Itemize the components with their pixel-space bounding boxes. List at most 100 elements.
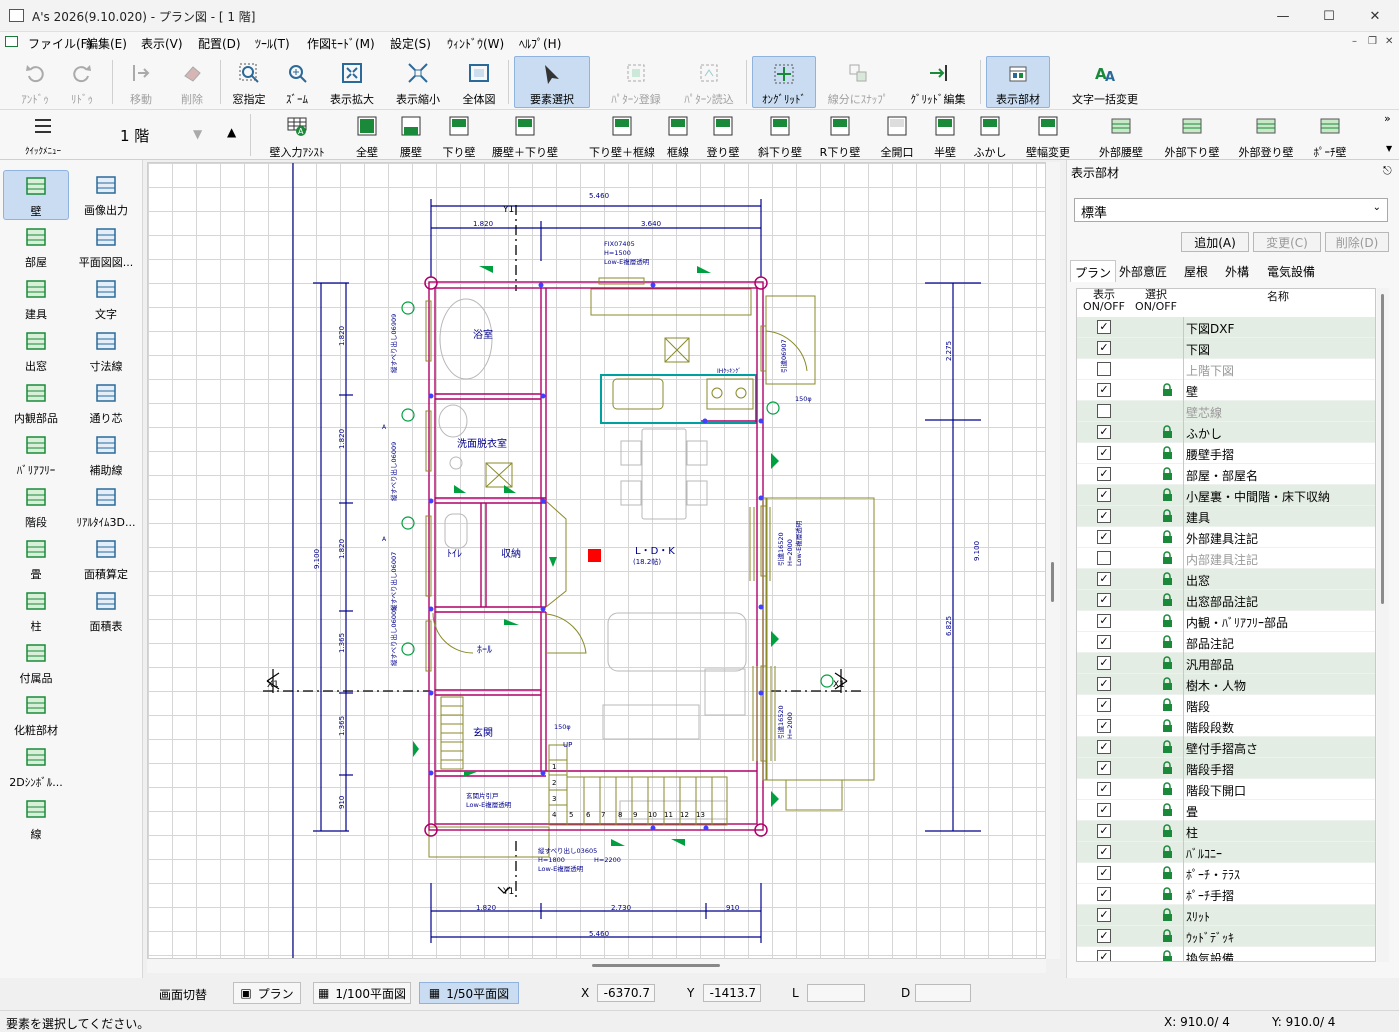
parts-row[interactable]: ✓ 壁 <box>1077 380 1375 401</box>
left-tool-8-0-button[interactable]: 柱 <box>3 586 69 636</box>
floor-up-icon[interactable]: ▲ <box>227 125 236 139</box>
tab-exterior[interactable]: 外部意匠 <box>1115 260 1171 282</box>
left-tool-6-0-button[interactable]: 階段 <box>3 482 69 532</box>
menu-help[interactable]: ﾍﾙﾌﾟ(H) <box>519 35 561 52</box>
lock-icon[interactable] <box>1161 887 1175 901</box>
preset-select[interactable]: 標準 ⌄ <box>1074 198 1388 222</box>
tab-electrical[interactable]: 電気設備 <box>1263 260 1319 282</box>
wall-tool-7-button[interactable]: 框線 <box>660 112 696 159</box>
change-button[interactable]: 変更(C) <box>1253 232 1321 252</box>
display-checkbox[interactable]: ✓ <box>1097 509 1111 523</box>
lock-icon[interactable] <box>1161 551 1175 565</box>
lock-icon[interactable] <box>1161 572 1175 586</box>
display-checkbox[interactable]: ✓ <box>1097 572 1111 586</box>
snap-line-button[interactable]: 線分にｽﾅｯﾌﾟ <box>826 56 890 108</box>
display-checkbox[interactable]: ✓ <box>1097 656 1111 670</box>
pattern-register-button[interactable]: ﾊﾟﾀｰﾝ登録 <box>606 56 666 108</box>
plan-canvas[interactable]: 5.460 1.820 3.640 1.820 2.730 910 5.460 … <box>147 162 1046 959</box>
maximize-button[interactable]: ☐ <box>1306 0 1352 32</box>
wall-tool-15-button[interactable]: 外部腰壁 <box>1092 112 1150 159</box>
left-tool-6-1-button[interactable]: ﾘｱﾙﾀｲﾑ3D... <box>73 482 139 532</box>
parts-row[interactable]: ✓ ﾎﾟｰﾁ手摺 <box>1077 884 1375 905</box>
zoom-button[interactable]: ｽﾞｰﾑ <box>276 56 318 108</box>
toolbar-dropdown-icon[interactable]: ▼ <box>1386 144 1392 153</box>
parts-row[interactable]: ✓ 腰壁手摺 <box>1077 443 1375 464</box>
lock-icon[interactable] <box>1161 761 1175 775</box>
menu-draw-mode[interactable]: 作図ﾓｰﾄﾞ(M) <box>307 35 375 52</box>
display-checkbox[interactable]: ✓ <box>1097 488 1111 502</box>
wall-tool-4-button[interactable]: 下り壁 <box>438 112 480 159</box>
wall-tool-8-button[interactable]: 登り壁 <box>704 112 742 159</box>
lock-icon[interactable] <box>1161 509 1175 523</box>
display-checkbox[interactable]: ✓ <box>1097 593 1111 607</box>
display-checkbox[interactable]: ✓ <box>1097 614 1111 628</box>
parts-row[interactable]: ✓ 階段手摺 <box>1077 758 1375 779</box>
text-replace-button[interactable]: AA 文字一括変更 <box>1064 56 1146 108</box>
display-checkbox[interactable]: ✓ <box>1097 908 1111 922</box>
tab-exterior-works[interactable]: 外構 <box>1221 260 1253 282</box>
lock-icon[interactable] <box>1161 908 1175 922</box>
parts-row[interactable]: ✓ 階段 <box>1077 695 1375 716</box>
lock-icon[interactable] <box>1161 635 1175 649</box>
selection-point[interactable] <box>588 549 601 562</box>
menu-file[interactable]: ファイル(F) <box>28 35 92 52</box>
left-tool-1-0-button[interactable]: 部屋 <box>3 222 69 272</box>
lock-icon[interactable] <box>1161 656 1175 670</box>
lock-icon[interactable] <box>1161 593 1175 607</box>
display-checkbox[interactable]: ✓ <box>1097 782 1111 796</box>
move-button[interactable]: 移動 <box>116 56 166 108</box>
lock-icon[interactable] <box>1161 425 1175 439</box>
wall-tool-10-button[interactable]: R下り壁 <box>816 112 864 159</box>
parts-row[interactable]: 上階下図 <box>1077 359 1375 380</box>
display-checkbox[interactable]: ✓ <box>1097 740 1111 754</box>
floor-plan-svg[interactable]: 5.460 1.820 3.640 1.820 2.730 910 5.460 … <box>148 163 1046 959</box>
lock-icon[interactable] <box>1161 467 1175 481</box>
display-checkbox[interactable]: ✓ <box>1097 866 1111 880</box>
left-tool-11-0-button[interactable]: 2Dｼﾝﾎﾞﾙ... <box>3 742 69 792</box>
lock-icon[interactable] <box>1161 824 1175 838</box>
wall-tool-9-button[interactable]: 斜下り壁 <box>752 112 808 159</box>
grid-edit-button[interactable]: ｸﾞﾘｯﾄﾞ編集 <box>904 56 972 108</box>
left-tool-10-0-button[interactable]: 化粧部材 <box>3 690 69 740</box>
shrink-button[interactable]: 表示縮小 <box>390 56 446 108</box>
left-tool-4-1-button[interactable]: 通り芯 <box>73 378 139 428</box>
parts-row[interactable]: ✓ 小屋裏・中間階・床下収納 <box>1077 485 1375 506</box>
view-plan-button[interactable]: ▣ プラン <box>233 982 301 1004</box>
parts-row[interactable]: ✓ 建具 <box>1077 506 1375 527</box>
parts-row[interactable]: ✓ 換気設備 <box>1077 947 1375 961</box>
lock-icon[interactable] <box>1161 803 1175 817</box>
display-checkbox[interactable]: ✓ <box>1097 677 1111 691</box>
parts-row[interactable]: ✓ ｽﾘｯﾄ <box>1077 905 1375 926</box>
pattern-load-button[interactable]: ﾊﾟﾀｰﾝ読込 <box>678 56 740 108</box>
left-tool-0-1-button[interactable]: 画像出力 <box>73 170 139 220</box>
left-tool-2-0-button[interactable]: 建具 <box>3 274 69 324</box>
mdi-minimize-icon[interactable]: – <box>1352 36 1357 47</box>
display-checkbox[interactable]: ✓ <box>1097 950 1111 961</box>
left-tool-0-0-button[interactable]: 壁 <box>3 170 69 220</box>
wall-tool-12-button[interactable]: 半壁 <box>928 112 962 159</box>
lock-icon[interactable] <box>1161 488 1175 502</box>
lock-icon[interactable] <box>1161 929 1175 943</box>
display-checkbox[interactable]: ✓ <box>1097 761 1111 775</box>
display-parts-button[interactable]: 表示部材 <box>986 56 1050 108</box>
vscroll-thumb[interactable] <box>1051 562 1054 602</box>
display-checkbox[interactable] <box>1097 551 1111 565</box>
left-tool-7-1-button[interactable]: 面積算定 <box>73 534 139 584</box>
parts-scrollbar[interactable] <box>1377 288 1389 962</box>
display-checkbox[interactable]: ✓ <box>1097 845 1111 859</box>
hscroll-thumb[interactable] <box>592 964 720 967</box>
parts-row[interactable]: 内部建具注記 <box>1077 548 1375 569</box>
lock-icon[interactable] <box>1161 950 1175 961</box>
display-checkbox[interactable]: ✓ <box>1097 530 1111 544</box>
expand-button[interactable]: 表示拡大 <box>324 56 380 108</box>
redo-button[interactable]: ﾘﾄﾞｩ <box>60 56 104 108</box>
toolbar-more-icon[interactable]: » <box>1384 112 1391 125</box>
display-checkbox[interactable]: ✓ <box>1097 320 1111 334</box>
wall-tool-5-button[interactable]: 腰壁＋下り壁 <box>486 112 564 159</box>
menu-window[interactable]: ｳｨﾝﾄﾞｳ(W) <box>447 35 504 52</box>
wall-tool-17-button[interactable]: 外部登り壁 <box>1234 112 1298 159</box>
wall-tool-18-button[interactable]: ﾎﾟｰﾁ壁 <box>1308 112 1352 159</box>
on-grid-button[interactable]: ｵﾝｸﾞﾘｯﾄﾞ <box>752 56 816 108</box>
tab-plan[interactable]: プラン <box>1070 260 1117 282</box>
parts-row[interactable]: ✓ 出窓 <box>1077 569 1375 590</box>
